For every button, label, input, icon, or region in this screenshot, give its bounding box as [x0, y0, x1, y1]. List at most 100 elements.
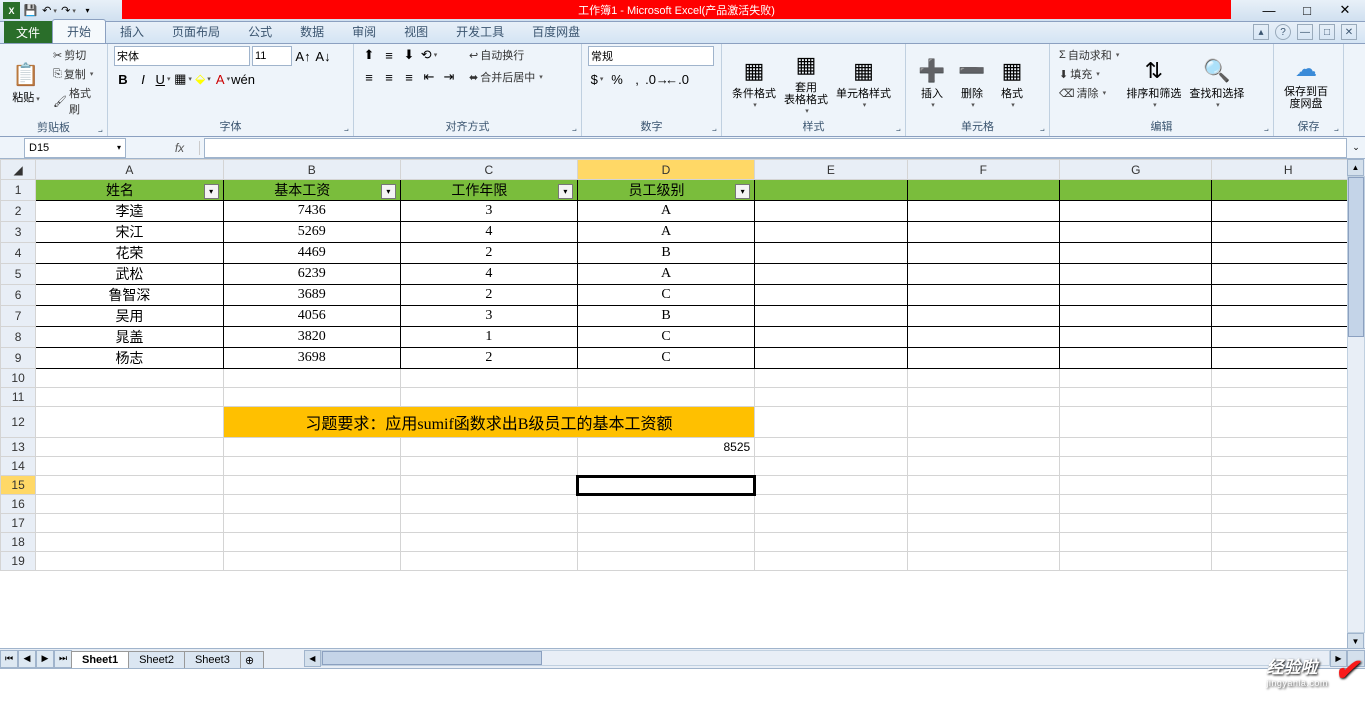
font-size-select[interactable]: [252, 46, 292, 66]
cell[interactable]: A: [577, 264, 754, 285]
col-header[interactable]: A: [36, 160, 224, 180]
tab-baidu[interactable]: 百度网盘: [518, 20, 594, 43]
dec-decimal-icon[interactable]: ←.0: [668, 70, 686, 88]
tab-review[interactable]: 审阅: [338, 20, 390, 43]
filter-icon[interactable]: ▾: [558, 184, 573, 199]
italic-icon[interactable]: I: [134, 70, 152, 88]
save-icon[interactable]: 💾: [22, 2, 39, 19]
fill-color-icon[interactable]: ⬙: [194, 70, 212, 88]
filter-icon[interactable]: ▾: [381, 184, 396, 199]
doc-max-icon[interactable]: □: [1319, 24, 1335, 40]
align-right-icon[interactable]: ≡: [400, 68, 418, 86]
row-header[interactable]: 16: [1, 495, 36, 514]
tab-formula[interactable]: 公式: [234, 20, 286, 43]
sort-filter-button[interactable]: ⇅排序和筛选: [1122, 46, 1185, 117]
cut-button[interactable]: ✂剪切: [50, 46, 101, 64]
format-cells-button[interactable]: ▦格式: [992, 46, 1032, 117]
autosum-button[interactable]: Σ自动求和: [1056, 46, 1122, 64]
nav-first-icon[interactable]: ⏮: [0, 650, 18, 668]
cell[interactable]: 2: [400, 348, 577, 369]
expand-formula-icon[interactable]: ⌄: [1347, 142, 1365, 153]
font-name-select[interactable]: [114, 46, 250, 66]
row-header[interactable]: 1: [1, 180, 36, 201]
cell[interactable]: 6239: [223, 264, 400, 285]
cell[interactable]: 7436: [223, 201, 400, 222]
cell[interactable]: 3: [400, 201, 577, 222]
name-box[interactable]: D15▾: [24, 138, 126, 158]
cell[interactable]: 4: [400, 264, 577, 285]
filter-icon[interactable]: ▾: [735, 184, 750, 199]
row-header[interactable]: 7: [1, 306, 36, 327]
qat-more-icon[interactable]: ▾: [79, 2, 96, 19]
cell[interactable]: B: [577, 243, 754, 264]
sheet-tab[interactable]: Sheet3: [184, 651, 241, 668]
fill-button[interactable]: ⬇填充: [1056, 65, 1122, 83]
row-header[interactable]: 18: [1, 533, 36, 552]
format-painter-button[interactable]: 🖌格式刷: [50, 84, 101, 118]
cell[interactable]: 宋江: [36, 222, 224, 243]
cell[interactable]: 2: [400, 285, 577, 306]
row-header[interactable]: 5: [1, 264, 36, 285]
align-bottom-icon[interactable]: ⬇: [400, 46, 418, 64]
row-header[interactable]: 6: [1, 285, 36, 306]
col-header[interactable]: G: [1060, 160, 1212, 180]
cell[interactable]: 鲁智深: [36, 285, 224, 306]
phonetic-icon[interactable]: wén: [234, 70, 252, 88]
cell[interactable]: 3698: [223, 348, 400, 369]
wrap-text-button[interactable]: ↩自动换行: [466, 46, 546, 64]
nav-prev-icon[interactable]: ◀: [18, 650, 36, 668]
nav-next-icon[interactable]: ▶: [36, 650, 54, 668]
find-select-button[interactable]: 🔍查找和选择: [1185, 46, 1248, 117]
row-header[interactable]: 15: [1, 476, 36, 495]
row-header[interactable]: 10: [1, 369, 36, 388]
maximize-button[interactable]: □: [1297, 2, 1317, 18]
row-header[interactable]: 17: [1, 514, 36, 533]
col-header[interactable]: F: [907, 160, 1059, 180]
row-header[interactable]: 3: [1, 222, 36, 243]
cell-styles-button[interactable]: ▦单元格样式: [832, 46, 895, 117]
cell[interactable]: 基本工资▾: [223, 180, 400, 201]
cell[interactable]: 3: [400, 306, 577, 327]
row-header[interactable]: 13: [1, 438, 36, 457]
align-center-icon[interactable]: ≡: [380, 68, 398, 86]
percent-icon[interactable]: %: [608, 70, 626, 88]
cell[interactable]: A: [577, 201, 754, 222]
row-header[interactable]: 12: [1, 407, 36, 438]
row-header[interactable]: 4: [1, 243, 36, 264]
number-format-select[interactable]: [588, 46, 714, 66]
col-header[interactable]: D: [577, 160, 754, 180]
scroll-up-icon[interactable]: ▲: [1347, 159, 1364, 176]
cell[interactable]: 花荣: [36, 243, 224, 264]
comma-icon[interactable]: ,: [628, 70, 646, 88]
tab-view[interactable]: 视图: [390, 20, 442, 43]
ribbon-minimize-icon[interactable]: ▴: [1253, 24, 1269, 40]
tab-file[interactable]: 文件: [4, 21, 52, 43]
underline-icon[interactable]: U: [154, 70, 172, 88]
orientation-icon[interactable]: ⟲: [420, 46, 438, 64]
sheet-tab[interactable]: Sheet1: [71, 651, 129, 668]
cell[interactable]: 杨志: [36, 348, 224, 369]
border-icon[interactable]: ▦: [174, 70, 192, 88]
cell[interactable]: 3820: [223, 327, 400, 348]
tab-home[interactable]: 开始: [52, 19, 106, 43]
cell[interactable]: 4469: [223, 243, 400, 264]
row-header[interactable]: 2: [1, 201, 36, 222]
save-baidu-button[interactable]: ☁保存到百 度网盘: [1280, 46, 1332, 117]
filter-icon[interactable]: ▾: [204, 184, 219, 199]
conditional-format-button[interactable]: ▦条件格式: [728, 46, 780, 117]
clear-button[interactable]: ⌫清除: [1056, 84, 1122, 102]
formula-input[interactable]: [204, 138, 1347, 158]
delete-cells-button[interactable]: ➖删除: [952, 46, 992, 117]
inc-decimal-icon[interactable]: .0→: [648, 70, 666, 88]
paste-button[interactable]: 📋 粘贴: [6, 46, 46, 118]
col-header[interactable]: C: [400, 160, 577, 180]
cell[interactable]: 4: [400, 222, 577, 243]
font-color-icon[interactable]: A: [214, 70, 232, 88]
insert-cells-button[interactable]: ➕插入: [912, 46, 952, 117]
cell[interactable]: A: [577, 222, 754, 243]
tab-layout[interactable]: 页面布局: [158, 20, 234, 43]
currency-icon[interactable]: $: [588, 70, 606, 88]
sheet-tab[interactable]: Sheet2: [128, 651, 185, 668]
cell[interactable]: 工作年限▾: [400, 180, 577, 201]
cell[interactable]: 4056: [223, 306, 400, 327]
